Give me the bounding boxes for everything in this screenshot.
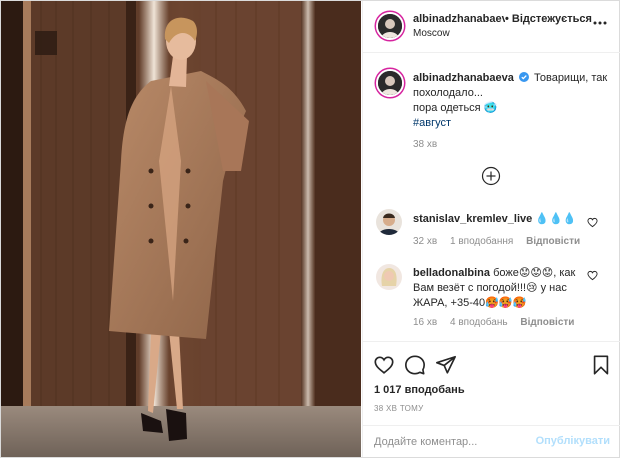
comment-heart-icon[interactable] — [587, 217, 598, 228]
comment-heart-icon[interactable] — [587, 270, 598, 281]
commenter-avatar[interactable] — [376, 264, 402, 290]
comment-text: belladonalbina боже😟😟😟, как Вам везёт с … — [413, 266, 591, 311]
author-username[interactable]: albinadzhanabaeva — [413, 13, 505, 25]
follow-status[interactable]: • Відстежується — [505, 13, 592, 25]
reply-button[interactable]: Відповісти — [526, 236, 580, 247]
author-avatar[interactable] — [376, 12, 404, 40]
comment-time[interactable]: 32 хв — [413, 236, 437, 247]
post-side-panel: albinadzhanabaeva • Відстежується Moscow… — [362, 1, 620, 457]
comment-username[interactable]: belladonalbina — [413, 267, 490, 279]
post-header: albinadzhanabaeva • Відстежується Moscow — [363, 1, 620, 53]
location-link[interactable]: Moscow — [413, 28, 450, 39]
post-time-ago[interactable]: 38 ХВ ТОМУ — [374, 404, 424, 413]
comment-meta: 32 хв 1 вподобання Відповісти — [413, 236, 590, 247]
caption-line-3: пора одеться 🥶 — [413, 102, 498, 114]
commenter-avatar[interactable] — [376, 209, 402, 235]
share-paper-plane-icon[interactable] — [435, 354, 457, 376]
comment-username[interactable]: stanislav_kremlev_live — [413, 213, 532, 225]
like-heart-icon[interactable] — [373, 354, 395, 376]
post-photo[interactable] — [1, 1, 361, 457]
more-dots-icon[interactable] — [592, 15, 608, 31]
comment-meta: 16 хв 4 вподобань Відповісти — [413, 317, 584, 328]
caption-username[interactable]: albinadzhanabaeva — [413, 72, 514, 84]
comment-bubble-icon[interactable] — [404, 354, 426, 376]
comment-body: 💧💧💧 — [535, 213, 577, 225]
verified-badge-icon — [518, 72, 529, 82]
caption-author-avatar[interactable] — [376, 69, 404, 97]
add-comment-form: Опублікувати — [363, 425, 620, 458]
likes-count[interactable]: 1 017 вподобань — [374, 384, 465, 396]
publish-button[interactable]: Опублікувати — [536, 435, 610, 447]
caption-line-2: похолодало... — [413, 87, 483, 99]
bookmark-icon[interactable] — [590, 354, 612, 376]
comment-likes[interactable]: 1 вподобання — [450, 236, 513, 247]
comment-input[interactable] — [374, 434, 524, 450]
caption-time: 38 хв — [413, 139, 438, 150]
post-actions: 1 017 вподобань 38 ХВ ТОМУ Опублікувати — [363, 341, 620, 457]
instagram-post: albinadzhanabaeva • Відстежується Moscow… — [0, 0, 620, 458]
comment-text: stanislav_kremlev_live 💧💧💧 — [413, 212, 591, 227]
comment-time[interactable]: 16 хв — [413, 317, 437, 328]
caption-line-1: Товарищи, так — [534, 72, 608, 84]
comment-likes[interactable]: 4 вподобань — [450, 317, 508, 328]
caption-hashtag[interactable]: #август — [413, 117, 451, 129]
reply-button[interactable]: Відповісти — [520, 317, 574, 328]
caption-text: albinadzhanabaeva Товарищи, так похолода… — [413, 71, 611, 131]
plus-circle-icon[interactable] — [481, 166, 501, 186]
